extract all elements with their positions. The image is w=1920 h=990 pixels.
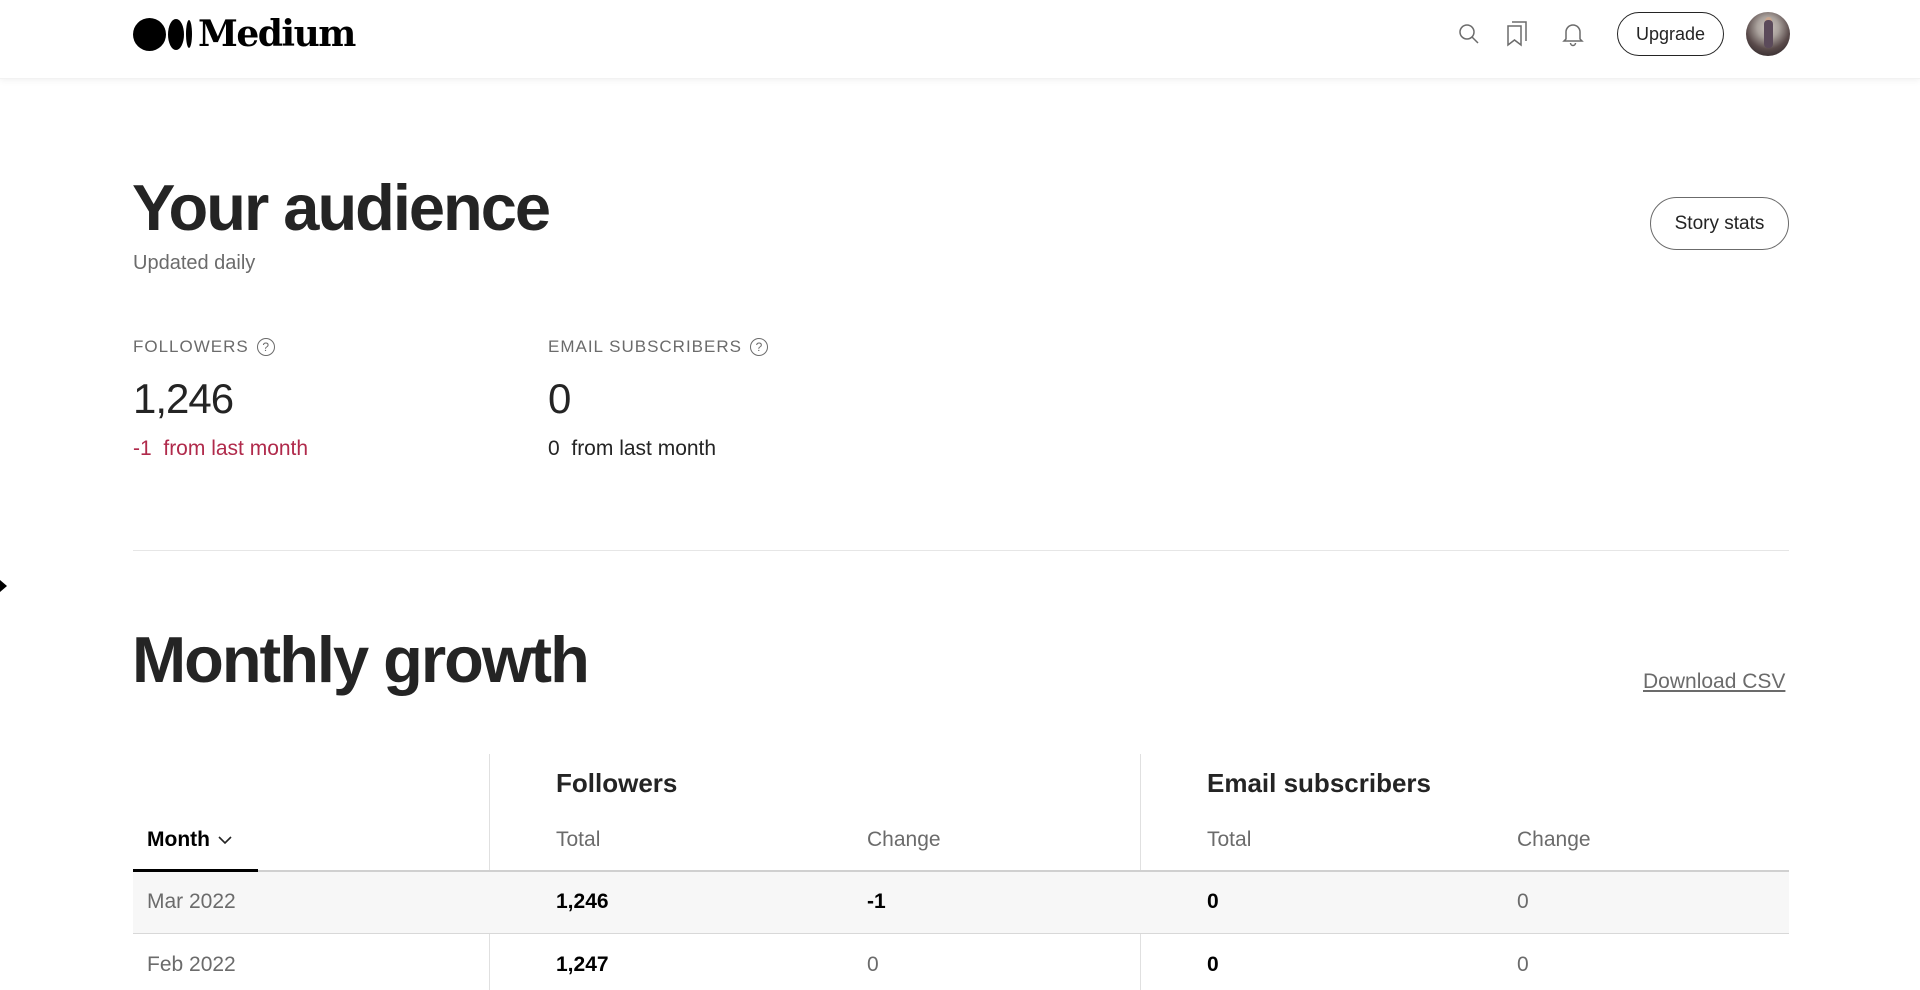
- notifications-bell-icon[interactable]: [1557, 18, 1589, 50]
- chevron-down-icon: [218, 836, 232, 845]
- email-change-cell: 0: [1517, 953, 1529, 976]
- section-divider: [133, 550, 1789, 551]
- followers-change-text: from last month: [163, 437, 309, 460]
- email-change-header: Change: [1517, 828, 1591, 851]
- email-change-text: from last month: [571, 437, 717, 460]
- followers-total-cell: 1,247: [556, 953, 609, 976]
- medium-logo-mark-icon: [133, 17, 192, 51]
- monthly-growth-title: Monthly growth: [132, 623, 590, 696]
- email-subscribers-group-header: Email subscribers: [1207, 768, 1431, 798]
- header-actions: Upgrade: [1453, 11, 1790, 57]
- page-title: Your audience: [132, 171, 551, 244]
- email-subscribers-label: EMAIL SUBSCRIBERS: [548, 337, 742, 356]
- medium-logo[interactable]: Medium: [133, 13, 356, 55]
- help-icon[interactable]: ?: [749, 338, 768, 356]
- table-row: Mar 2022 1,246 -1 0 0: [133, 872, 1789, 934]
- email-subscribers-stat: EMAIL SUBSCRIBERS ? 0 0 from last month: [548, 337, 768, 461]
- followers-value: 1,246: [133, 375, 234, 422]
- email-change-value: 0: [548, 437, 560, 460]
- email-total-cell: 0: [1207, 890, 1219, 913]
- followers-change-header: Change: [867, 828, 941, 851]
- followers-change-cell: -1: [867, 890, 886, 913]
- followers-change-cell: 0: [867, 953, 879, 976]
- help-icon[interactable]: ?: [256, 338, 275, 356]
- followers-change: -1 from last month: [133, 437, 308, 461]
- email-change-cell: 0: [1517, 890, 1529, 913]
- search-icon[interactable]: [1453, 18, 1485, 50]
- medium-logo-text: Medium: [198, 13, 356, 55]
- month-cell: Feb 2022: [147, 953, 236, 976]
- table-row: Feb 2022 1,247 0 0 0: [133, 935, 1789, 990]
- story-stats-button[interactable]: Story stats: [1650, 197, 1789, 250]
- followers-label: FOLLOWERS: [133, 337, 249, 356]
- email-total-header: Total: [1207, 828, 1252, 851]
- email-subscribers-change: 0 from last month: [548, 437, 768, 461]
- updated-daily-text: Updated daily: [133, 252, 256, 274]
- mouse-cursor-icon: [0, 580, 7, 592]
- user-avatar[interactable]: [1746, 12, 1790, 56]
- email-total-cell: 0: [1207, 953, 1219, 976]
- email-subscribers-value: 0: [548, 375, 571, 422]
- followers-total-cell: 1,246: [556, 890, 609, 913]
- top-navigation-bar: Medium Upgrade: [0, 0, 1920, 79]
- followers-stat: FOLLOWERS ? 1,246 -1 from last month: [133, 337, 308, 461]
- upgrade-button[interactable]: Upgrade: [1616, 12, 1724, 56]
- download-csv-link[interactable]: Download CSV: [1643, 670, 1785, 694]
- month-sort-header[interactable]: Month: [147, 828, 232, 852]
- followers-group-header: Followers: [556, 768, 678, 798]
- followers-change-value: -1: [133, 437, 152, 460]
- bookmarks-icon[interactable]: [1501, 18, 1533, 50]
- followers-total-header: Total: [556, 828, 601, 851]
- month-cell: Mar 2022: [147, 890, 236, 913]
